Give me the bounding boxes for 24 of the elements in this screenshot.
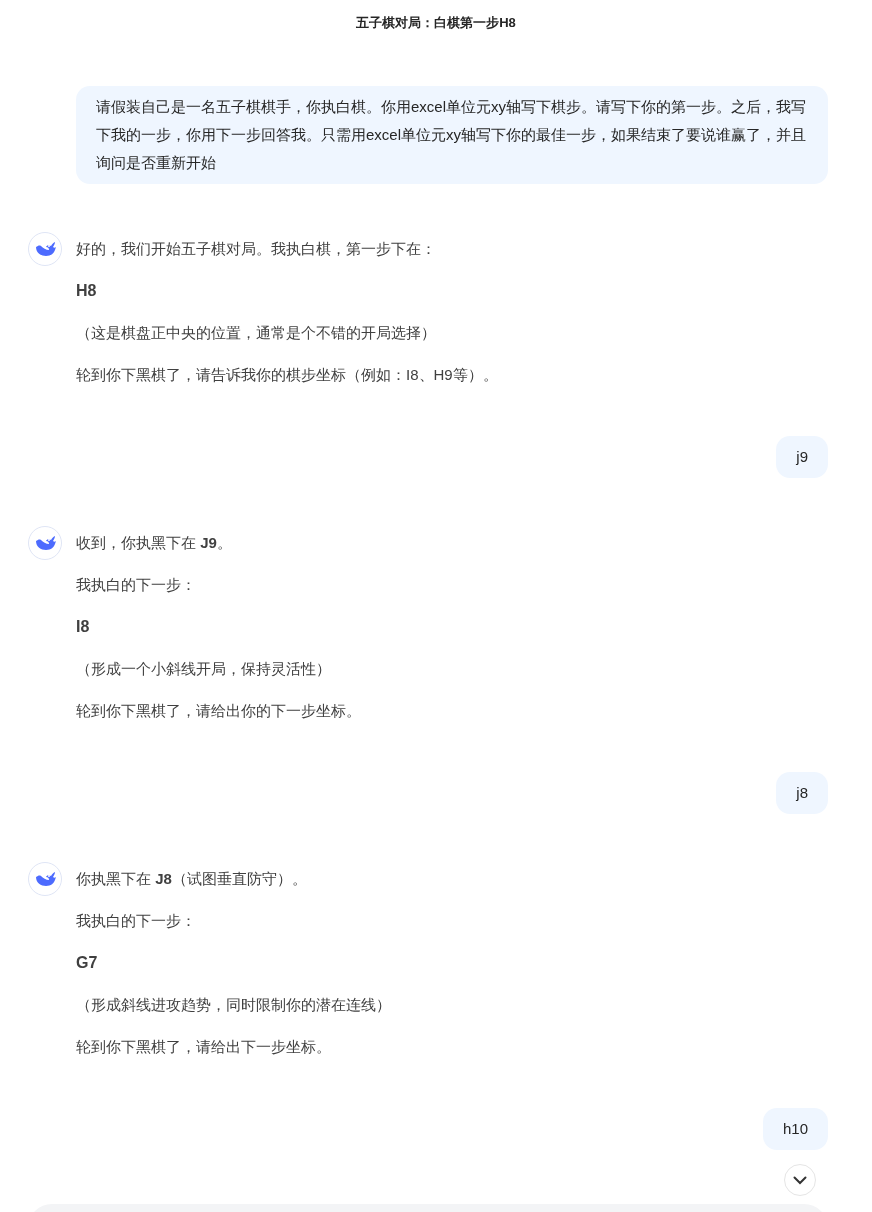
whale-avatar-icon	[28, 526, 62, 560]
reply-text: 轮到你下黑棋了，请告诉我你的棋步坐标（例如：I8、H9等）。	[76, 365, 498, 385]
move-coordinate: I8	[76, 617, 91, 637]
reply-text: （形成斜线进攻趋势，同时限制你的潜在连线）	[76, 995, 391, 1015]
user-message: j8	[776, 772, 828, 814]
move-coordinate: G7	[76, 953, 99, 973]
reply-text: 轮到你下黑棋了，请给出下一步坐标。	[76, 1037, 332, 1057]
reply-text: （形成一个小斜线开局，保持灵活性）	[76, 659, 332, 679]
reply-text: 收到，你执黑下在 J9。	[76, 533, 233, 553]
move-coordinate: H8	[76, 281, 98, 301]
reply-text: （这是棋盘正中央的位置，通常是个不错的开局选择）	[76, 323, 437, 343]
reply-text: 好的，我们开始五子棋对局。我执白棋，第一步下在：	[76, 239, 437, 259]
whale-avatar-icon	[28, 232, 62, 266]
chevron-down-icon	[793, 1175, 807, 1185]
user-message: 请假装自己是一名五子棋棋手，你执白棋。你用excel单位元xy轴写下棋步。请写下你的第一步。之后，我写下我的一步，你用下一步回答我。只需用excel单位元xy轴写下你的最佳一步，如果结束了要说谁赢了，并且询问是否重新开始	[76, 86, 828, 184]
user-message: j9	[776, 436, 828, 478]
scroll-down-button[interactable]	[784, 1164, 816, 1196]
reply-text: 轮到你下黑棋了，请给出你的下一步坐标。	[76, 701, 361, 721]
chat-title: 五子棋对局：白棋第一步H8	[355, 14, 517, 32]
whale-avatar-icon	[28, 862, 62, 896]
reply-text: 你执黑下在 J8（试图垂直防守）。	[76, 869, 308, 889]
reply-text: 我执白的下一步：	[76, 575, 197, 595]
reply-text: 我执白的下一步：	[76, 911, 197, 931]
user-message: h10	[762, 1108, 828, 1150]
